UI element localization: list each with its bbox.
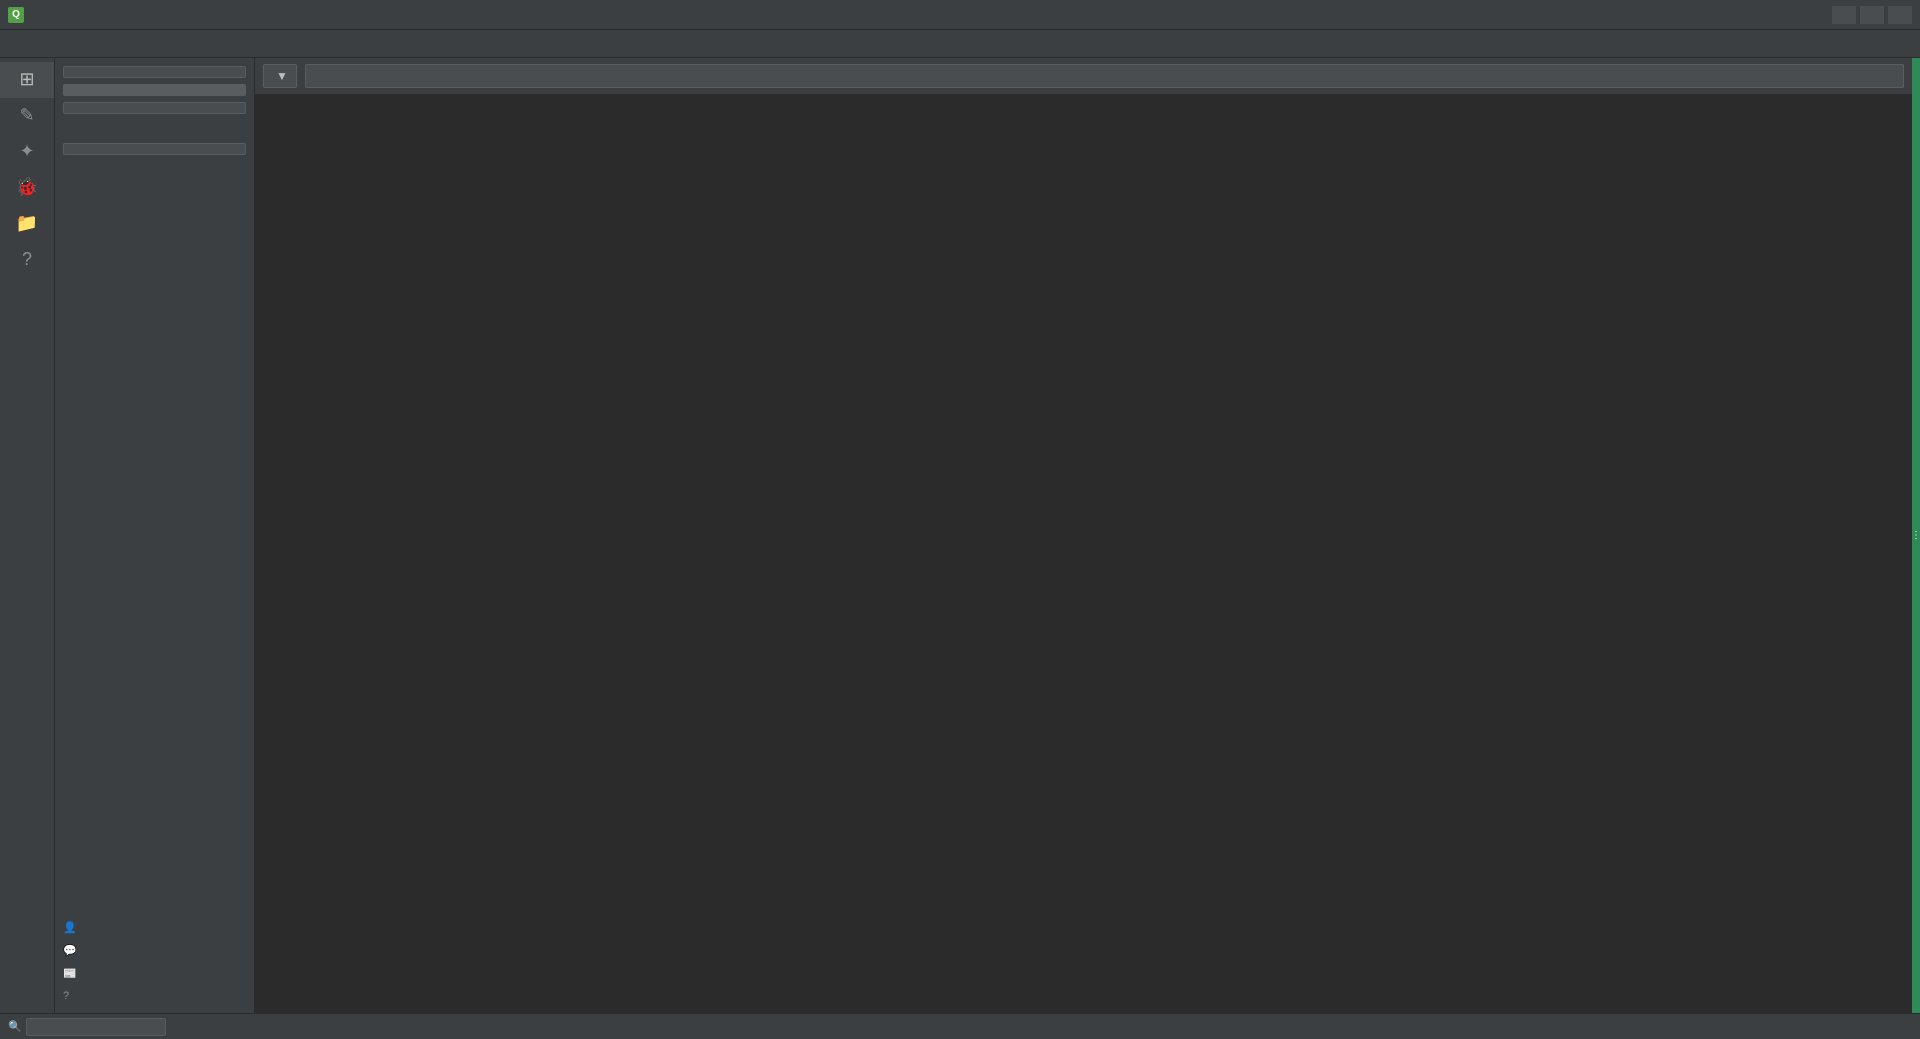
- title-bar: Q: [0, 0, 1920, 30]
- minimize-button[interactable]: [1832, 6, 1856, 24]
- menu-analyze[interactable]: [84, 40, 104, 48]
- examples-grid: [255, 95, 1912, 1013]
- projects-button[interactable]: [63, 66, 246, 78]
- search-input[interactable]: [305, 64, 1904, 88]
- help-icon: ?: [22, 250, 32, 268]
- tutorials-button[interactable]: [63, 102, 246, 114]
- blog-icon: 📰: [63, 967, 77, 980]
- get-started-button[interactable]: [63, 143, 246, 155]
- menu-controls[interactable]: [124, 40, 144, 48]
- menu-tools[interactable]: [104, 40, 124, 48]
- close-button[interactable]: [1888, 6, 1912, 24]
- account-icon: 👤: [63, 921, 77, 934]
- menu-debug[interactable]: [64, 40, 84, 48]
- menu-file[interactable]: [4, 40, 24, 48]
- folder-icon: 📁: [16, 214, 38, 232]
- edit-icon: ✎: [19, 106, 34, 124]
- status-bar: 🔍: [0, 1013, 1920, 1039]
- search-icon: 🔍: [8, 1020, 22, 1033]
- sidebar-item-design[interactable]: ✦: [0, 134, 54, 170]
- search-locate: 🔍: [8, 1018, 166, 1036]
- design-icon: ✦: [19, 142, 34, 160]
- locate-input[interactable]: [26, 1018, 166, 1036]
- user-guide-link[interactable]: ?: [63, 987, 246, 1005]
- window-controls: [1832, 6, 1912, 24]
- online-community-link[interactable]: 💬: [63, 941, 246, 960]
- guide-icon: ?: [63, 990, 69, 1002]
- debug-icon: 🐞: [16, 178, 38, 196]
- left-panel: 👤 💬 📰 ?: [55, 58, 255, 1013]
- menu-bar: [0, 30, 1920, 58]
- handle-icon: ⋮: [1911, 530, 1920, 541]
- app-icon: Q: [8, 7, 24, 23]
- content-toolbar: ▼: [255, 58, 1912, 95]
- menu-help[interactable]: [144, 40, 164, 48]
- blogs-link[interactable]: 📰: [63, 964, 246, 983]
- selector-arrow-icon: ▼: [276, 69, 288, 83]
- menu-edit[interactable]: [24, 40, 44, 48]
- qt-account-link[interactable]: 👤: [63, 918, 246, 937]
- sidebar-item-debug[interactable]: 🐞: [0, 170, 54, 206]
- community-icon: 💬: [63, 944, 77, 957]
- menu-build[interactable]: [44, 40, 64, 48]
- maximize-button[interactable]: [1860, 6, 1884, 24]
- sidebar-item-projects[interactable]: 📁: [0, 206, 54, 242]
- right-scroll-handle[interactable]: ⋮: [1912, 58, 1920, 1013]
- examples-button[interactable]: [63, 84, 246, 96]
- new-to-qt-section: [63, 130, 246, 155]
- qt-version-selector[interactable]: ▼: [263, 64, 297, 88]
- home-icon: ⊞: [19, 70, 34, 88]
- sidebar-item-welcome[interactable]: ⊞: [0, 62, 54, 98]
- sidebar: ⊞ ✎ ✦ 🐞 📁 ?: [0, 58, 55, 1013]
- sidebar-item-edit[interactable]: ✎: [0, 98, 54, 134]
- sidebar-item-help[interactable]: ?: [0, 242, 54, 278]
- content-area: ▼: [255, 58, 1912, 1013]
- bottom-links: 👤 💬 📰 ?: [63, 918, 246, 1005]
- main-layout: ⊞ ✎ ✦ 🐞 📁 ?: [0, 58, 1920, 1013]
